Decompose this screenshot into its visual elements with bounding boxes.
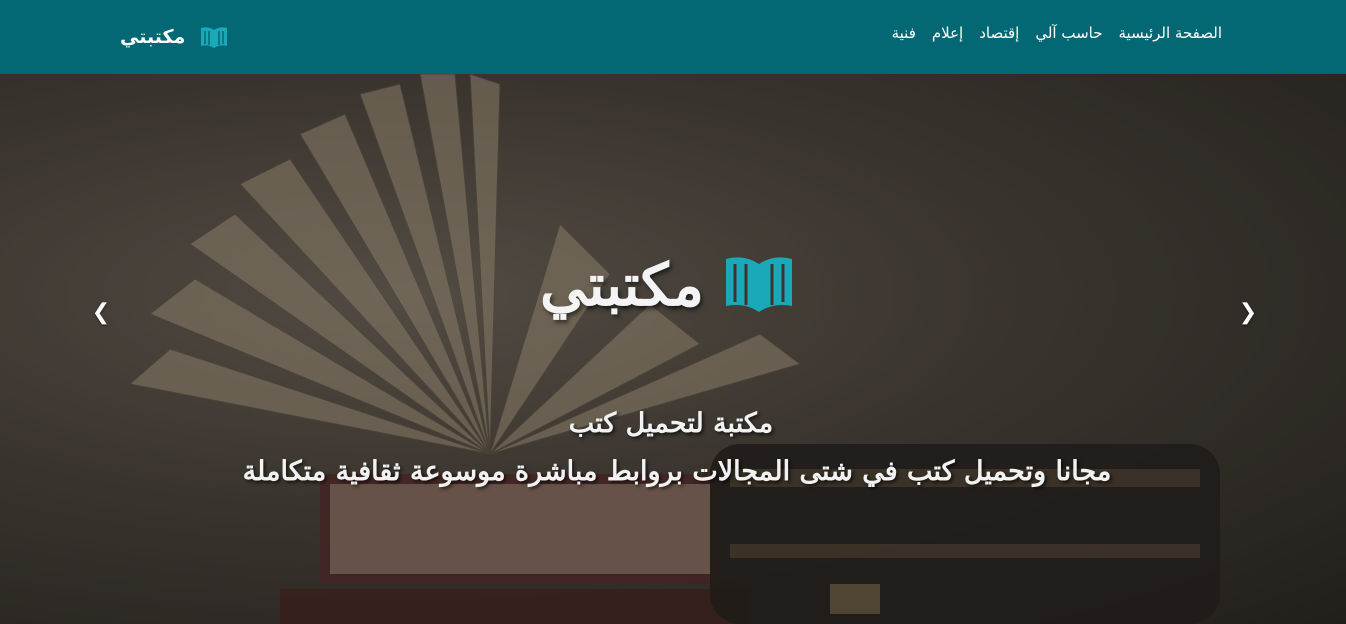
slide-background-image bbox=[0, 74, 1346, 624]
carousel-next-button[interactable]: ❯ bbox=[1236, 300, 1260, 326]
nav-link-home[interactable]: الصفحة الرئيسية bbox=[1119, 24, 1223, 42]
nav-links: الصفحة الرئيسية حاسب آلي إقتصاد إعلام فن… bbox=[892, 24, 1222, 42]
hero-carousel: مكتبتي مكتبة لتحميل كتب مجانا وتحميل كتب… bbox=[0, 74, 1346, 624]
hero-logo: مكتبتي bbox=[540, 250, 796, 320]
top-navbar: مكتبتي الصفحة الرئيسية حاسب آلي إقتصاد إ… bbox=[0, 0, 1346, 74]
nav-link-art[interactable]: فنية bbox=[892, 24, 916, 42]
open-book-icon bbox=[722, 250, 796, 320]
nav-link-computer[interactable]: حاسب آلي bbox=[1035, 24, 1102, 42]
open-book-icon bbox=[199, 24, 229, 50]
chevron-left-icon: ❮ bbox=[91, 300, 111, 325]
brand-name: مكتبتي bbox=[120, 26, 186, 48]
nav-link-media[interactable]: إعلام bbox=[932, 24, 963, 42]
hero-logo-text: مكتبتي bbox=[540, 251, 704, 319]
hero-tagline-line1: مكتبة لتحميل كتب bbox=[568, 408, 774, 439]
carousel-prev-button[interactable]: ❮ bbox=[89, 300, 113, 326]
hero-tagline-line2: مجانا وتحميل كتب في شتى المجالات بروابط … bbox=[242, 456, 1112, 487]
chevron-right-icon: ❯ bbox=[1238, 300, 1258, 325]
nav-link-economy[interactable]: إقتصاد bbox=[979, 24, 1019, 42]
brand-link[interactable]: مكتبتي bbox=[120, 20, 229, 54]
